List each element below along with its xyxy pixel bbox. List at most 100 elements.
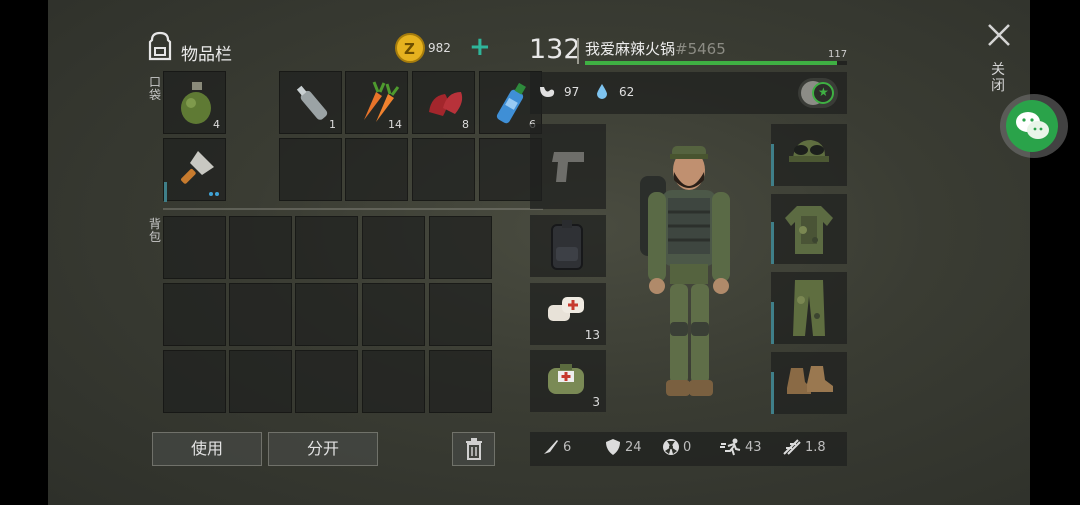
character-model [640, 146, 730, 396]
trash-icon [465, 438, 482, 460]
status-toggle[interactable]: ★ [798, 78, 838, 108]
feet-slot[interactable] [771, 352, 847, 414]
shield-icon [606, 439, 620, 455]
camo-pants-icon [793, 280, 825, 336]
backpack-slot[interactable] [429, 216, 492, 279]
pocket-slot-9[interactable] [412, 138, 475, 201]
player-level: 132 [529, 34, 581, 65]
bandage-icon [548, 297, 584, 321]
pocket-slot-8[interactable] [345, 138, 408, 201]
hp-bar-fill [585, 61, 837, 65]
floating-bubble[interactable] [1000, 94, 1068, 158]
body-slot[interactable] [771, 194, 847, 264]
durability-bar [164, 182, 167, 202]
backpack-slot[interactable] [362, 216, 425, 279]
running-icon [720, 438, 741, 456]
item-count: 8 [462, 118, 469, 131]
radiation-value: 0 [683, 439, 692, 455]
section-divider [163, 208, 543, 210]
defense-value: 24 [625, 439, 642, 455]
item-count: 1 [329, 118, 336, 131]
attack-stat: 6 [542, 438, 571, 456]
cleaver-icon [181, 151, 214, 184]
water-drop-icon [597, 84, 607, 99]
stealth-value: 1.8 [805, 439, 826, 455]
backpack-slot[interactable] [362, 350, 425, 413]
backpack-slot[interactable] [295, 216, 358, 279]
knife-icon [544, 440, 558, 454]
wechat-icon [1006, 100, 1058, 152]
backpack-label: 背包 [148, 217, 161, 244]
add-currency-button[interactable]: + [469, 34, 491, 60]
use-button[interactable]: 使用 [152, 432, 262, 466]
legs-slot[interactable] [771, 272, 847, 344]
medkit-icon [548, 364, 584, 394]
stealth-icon [783, 439, 801, 455]
pistol-icon [552, 152, 584, 182]
item-quality-dots [209, 192, 219, 196]
backpack-slot[interactable] [229, 350, 292, 413]
medkit-slot[interactable]: 3 [530, 350, 606, 412]
close-label: 关闭 [991, 62, 1005, 94]
pocket-slot-4[interactable]: 8 [412, 71, 475, 134]
backpack-equip-slot[interactable] [530, 215, 606, 277]
backpack-header-icon [148, 31, 172, 61]
backpack-slot[interactable] [295, 350, 358, 413]
backpack-slot[interactable] [163, 283, 226, 346]
backpack-slot[interactable] [295, 283, 358, 346]
camo-jacket-icon [785, 206, 833, 254]
backpack-slot[interactable] [429, 283, 492, 346]
thirst-value: 62 [619, 85, 635, 99]
hp-value: 117 [828, 49, 848, 60]
hunger-value: 97 [564, 85, 580, 99]
durability-bar [771, 302, 774, 344]
head-slot[interactable] [771, 124, 847, 186]
pocket-slot-6[interactable] [163, 138, 226, 202]
pocket-slot-3[interactable]: 14 [345, 71, 408, 134]
star-badge-icon: ★ [812, 82, 834, 104]
backpack-slot[interactable] [163, 216, 226, 279]
player-name-row: 我爱麻辣火锅#5465 [585, 38, 726, 59]
durability-bar [771, 372, 774, 414]
coin-icon: Z [395, 33, 425, 63]
status-row: 97 62 ★ [530, 72, 847, 114]
player-name: 我爱麻辣火锅 [585, 40, 676, 58]
attack-value: 6 [563, 439, 572, 455]
item-count: 14 [388, 118, 402, 131]
player-tag: #5465 [675, 40, 726, 58]
close-button[interactable] [986, 22, 1012, 48]
pocket-slot-1[interactable]: 4 [163, 71, 226, 134]
hp-bar [585, 61, 847, 65]
weapon-slot[interactable] [530, 124, 606, 209]
backpack-icon [551, 220, 583, 270]
backpack-slot[interactable] [362, 283, 425, 346]
cap-goggles-icon [789, 140, 829, 162]
stomach-icon [540, 87, 555, 97]
pocket-slot-2[interactable]: 1 [279, 71, 342, 134]
backpack-slot[interactable] [163, 350, 226, 413]
radiation-icon [663, 439, 679, 455]
durability-bar [771, 144, 774, 186]
item-count: 4 [213, 118, 220, 131]
speed-value: 43 [745, 439, 762, 455]
item-count: 3 [592, 395, 600, 409]
close-icon [988, 24, 1010, 46]
currency-amount: 982 [428, 41, 451, 55]
radiation-stat: 0 [662, 438, 691, 456]
split-button[interactable]: 分开 [268, 432, 378, 466]
trash-button[interactable] [452, 432, 495, 466]
bandage-slot[interactable]: 13 [530, 283, 606, 345]
item-count: 13 [584, 328, 600, 342]
backpack-slot[interactable] [229, 216, 292, 279]
durability-bar [771, 222, 774, 264]
backpack-slot[interactable] [429, 350, 492, 413]
pocket-slot-7[interactable] [279, 138, 342, 201]
speed-stat: 43 [720, 438, 762, 456]
header-separator [577, 38, 579, 64]
boots-icon [787, 366, 833, 394]
backpack-slot[interactable] [229, 283, 292, 346]
inventory-title: 物品栏 [181, 45, 232, 65]
pocket-label: 口袋 [148, 75, 161, 102]
defense-stat: 24 [604, 438, 642, 456]
stealth-stat: 1.8 [782, 438, 826, 456]
